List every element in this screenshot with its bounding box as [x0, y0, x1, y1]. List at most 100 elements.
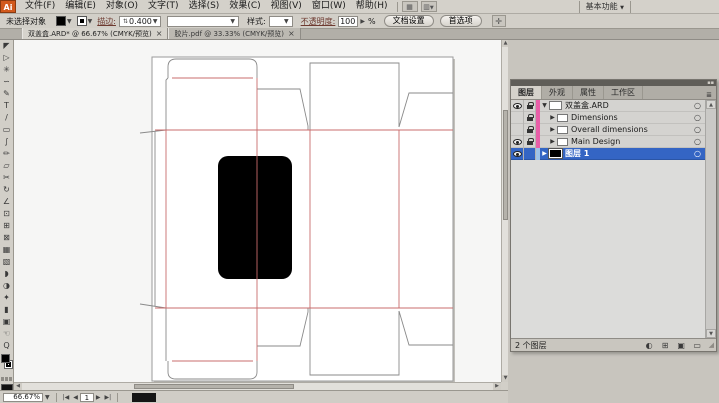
lock-toggle[interactable] [524, 112, 536, 124]
menu-edit[interactable]: 编辑(E) [60, 0, 101, 13]
menu-select[interactable]: 选择(S) [184, 0, 225, 13]
layer-name[interactable]: 图层 1 [565, 148, 694, 159]
perspective-grid-tool[interactable]: ⊠ [0, 232, 13, 244]
target-circle[interactable]: ○ [694, 113, 701, 122]
eyedropper-tool[interactable]: ◗ [0, 268, 13, 280]
brush-definition-dropdown[interactable]: ▼ [167, 16, 239, 27]
fill-dropdown-icon[interactable]: ▼ [67, 18, 72, 25]
next-artboard-icon[interactable]: ▶ [94, 394, 103, 401]
opacity-panel-link[interactable]: 不透明度: [301, 16, 336, 27]
stroke-weight-dropdown-icon[interactable]: ▼ [152, 18, 159, 25]
visibility-toggle[interactable] [511, 100, 524, 112]
visibility-toggle[interactable] [511, 148, 524, 160]
previous-artboard-icon[interactable]: ◀ [71, 394, 80, 401]
zoom-tool[interactable]: Q [0, 340, 13, 352]
layer-name[interactable]: Overall dimensions [571, 125, 694, 134]
arrange-documents-icon[interactable]: ▦ [402, 1, 418, 12]
stroke-weight-field[interactable]: ⇅ 0.400 ▼ [119, 16, 161, 27]
layer-name[interactable]: Main Design [571, 137, 694, 146]
lock-toggle[interactable] [524, 100, 536, 112]
opacity-value[interactable]: 100 [340, 17, 355, 26]
scroll-down-icon[interactable]: ▼ [706, 329, 716, 338]
magic-wand-tool[interactable]: ✳ [0, 64, 13, 76]
line-segment-tool[interactable]: / [0, 112, 13, 124]
stroke-weight-value[interactable]: 0.400 [129, 17, 152, 26]
shape-builder-tool[interactable]: ⊞ [0, 220, 13, 232]
resize-grip-icon[interactable]: ◢ [709, 341, 714, 349]
lock-toggle[interactable] [524, 148, 536, 160]
control-extra-icon[interactable]: ✛ [492, 15, 506, 27]
gradient-mode-icon[interactable] [5, 377, 8, 381]
layer-row-layer1[interactable]: ▶ 图层 1 ○ [511, 148, 705, 160]
delete-layer-icon[interactable]: ▭ [691, 340, 704, 351]
fill-color-swatch[interactable] [56, 16, 66, 26]
hand-tool[interactable]: ☜ [0, 328, 13, 340]
close-icon[interactable]: × [156, 30, 163, 38]
horizontal-scroll-thumb[interactable] [134, 384, 294, 389]
close-icon[interactable]: × [288, 30, 295, 38]
last-artboard-icon[interactable]: ▶| [103, 394, 114, 401]
tab-layers[interactable]: 图层 [511, 86, 542, 99]
layer-row-ard[interactable]: ▼ 双盖盒.ARD ○ [511, 100, 705, 112]
paintbrush-tool[interactable]: ∫ [0, 136, 13, 148]
layer-row-dimensions[interactable]: ▶ Dimensions ○ [511, 112, 705, 124]
vertical-scrollbar[interactable]: ▲ ▼ [501, 40, 508, 382]
first-artboard-icon[interactable]: |◀ [61, 394, 72, 401]
gradient-tool[interactable]: ▧ [0, 256, 13, 268]
menu-file[interactable]: 文件(F) [20, 0, 60, 13]
menu-view[interactable]: 视图(V) [266, 0, 307, 13]
lock-toggle[interactable] [524, 136, 536, 148]
direct-selection-tool[interactable]: ▷ [0, 52, 13, 64]
tab-appearance[interactable]: 外观 [542, 86, 573, 99]
layer-name[interactable]: 双盖盒.ARD [565, 100, 694, 111]
clipping-mask-icon[interactable]: ◐ [643, 340, 656, 351]
stroke-panel-link[interactable]: 描边: [97, 16, 116, 27]
workspace-switcher[interactable]: 基本功能 ▼ [579, 1, 631, 13]
target-circle[interactable]: ○ [694, 125, 701, 134]
document-tab-active[interactable]: 双盖盒.ARD* @ 66.67% (CMYK/预览) × [22, 28, 168, 39]
eraser-tool[interactable]: ▱ [0, 160, 13, 172]
target-circle[interactable]: ○ [694, 149, 701, 158]
preferences-button[interactable]: 首选项 [440, 15, 482, 27]
scissors-tool[interactable]: ✂ [0, 172, 13, 184]
lock-toggle[interactable] [524, 124, 536, 136]
pencil-tool[interactable]: ✏ [0, 148, 13, 160]
menu-window[interactable]: 窗口(W) [307, 0, 351, 13]
layer-row-overall-dimensions[interactable]: ▶ Overall dimensions ○ [511, 124, 705, 136]
opacity-field[interactable]: 100 [338, 16, 358, 27]
window-cutout-shape[interactable] [218, 156, 292, 279]
tab-properties[interactable]: 属性 [573, 86, 604, 99]
artboard-number-field[interactable]: 1 [80, 393, 94, 402]
opacity-stepper-icon[interactable]: ▶ [359, 18, 366, 25]
mesh-tool[interactable]: ▦ [0, 244, 13, 256]
visibility-toggle[interactable] [511, 124, 524, 136]
panel-scrollbar[interactable]: ▲ ▼ [705, 100, 716, 338]
scroll-right-icon[interactable]: ▶ [493, 383, 501, 390]
column-graph-tool[interactable]: ▮ [0, 304, 13, 316]
new-sublayer-icon[interactable]: ⊞ [659, 340, 672, 351]
zoom-dropdown-icon[interactable]: ▼ [43, 394, 52, 401]
disclosure-triangle[interactable]: ▶ [540, 150, 549, 157]
menu-type[interactable]: 文字(T) [143, 0, 184, 13]
symbol-sprayer-tool[interactable]: ✦ [0, 292, 13, 304]
visibility-toggle[interactable] [511, 136, 524, 148]
disclosure-triangle[interactable]: ▶ [548, 126, 557, 133]
lasso-tool[interactable]: ∽ [0, 76, 13, 88]
app-logo-icon[interactable]: Ai [0, 0, 16, 13]
fill-swatch[interactable] [1, 354, 10, 363]
target-circle[interactable]: ○ [694, 137, 701, 146]
scroll-up-icon[interactable]: ▲ [706, 100, 716, 109]
document-setup-button[interactable]: 文档设置 [384, 15, 434, 27]
stroke-spinner-icon[interactable]: ⇅ [122, 18, 129, 25]
stroke-color-swatch[interactable] [77, 16, 87, 26]
pen-tool[interactable]: ✎ [0, 88, 13, 100]
none-mode-icon[interactable] [9, 377, 12, 381]
menu-effect[interactable]: 效果(C) [224, 0, 265, 13]
blend-tool[interactable]: ◑ [0, 280, 13, 292]
scale-tool[interactable]: ∠ [0, 196, 13, 208]
zoom-level-field[interactable]: 66.67% [3, 393, 43, 402]
disclosure-triangle[interactable]: ▶ [548, 114, 557, 121]
artboard-tool[interactable]: ▣ [0, 316, 13, 328]
artboard[interactable] [152, 57, 453, 381]
target-circle[interactable]: ○ [694, 101, 701, 110]
